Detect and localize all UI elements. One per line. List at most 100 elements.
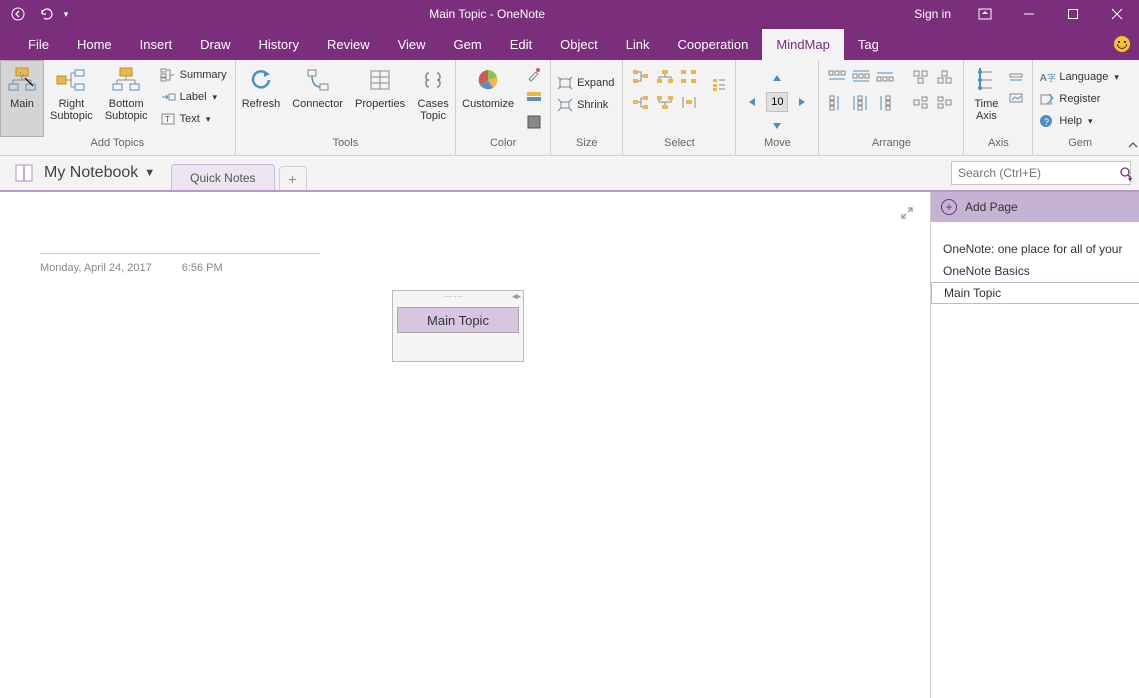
help-icon: ? xyxy=(1039,113,1055,129)
group-label: Tools xyxy=(236,137,455,155)
language-button[interactable]: A字 Language ▾ xyxy=(1039,66,1118,88)
minimize-button[interactable] xyxy=(1007,0,1051,28)
arrange-1[interactable] xyxy=(827,66,847,88)
main-topic-node[interactable]: Main Topic xyxy=(397,307,519,333)
move-down-button[interactable] xyxy=(768,116,786,134)
tab-file[interactable]: File xyxy=(14,29,63,60)
select-tree-2[interactable] xyxy=(655,66,675,88)
section-tab-quicknotes[interactable]: Quick Notes xyxy=(171,164,274,190)
theme-color-button[interactable] xyxy=(526,86,542,110)
search-button[interactable]: ▾ xyxy=(1119,162,1133,184)
tab-insert[interactable]: Insert xyxy=(126,29,187,60)
register-button[interactable]: Register xyxy=(1039,88,1118,110)
select-tree-5[interactable] xyxy=(655,92,675,114)
right-subtopic-button[interactable]: Right Subtopic xyxy=(44,60,99,137)
qat-customize-dropdown[interactable]: ▾ xyxy=(60,0,72,28)
tab-link[interactable]: Link xyxy=(612,29,664,60)
select-extra-button[interactable] xyxy=(711,74,727,96)
mindmap-container[interactable]: ⋯⋯ ◂▸ Main Topic xyxy=(392,290,524,362)
arrange-9[interactable] xyxy=(911,92,931,114)
time-axis-button[interactable]: Time Axis xyxy=(964,60,1008,137)
maximize-button[interactable] xyxy=(1051,0,1095,28)
label-button[interactable]: Label ▾ xyxy=(160,86,227,108)
close-button[interactable] xyxy=(1095,0,1139,28)
refresh-button[interactable]: Refresh xyxy=(236,60,287,137)
move-left-button[interactable] xyxy=(744,93,762,111)
help-button[interactable]: ? Help ▾ xyxy=(1039,110,1118,132)
notebook-name-dropdown[interactable]: My Notebook ▼ xyxy=(44,164,155,182)
cases-topic-button[interactable]: Cases Topic xyxy=(411,60,455,137)
tab-home[interactable]: Home xyxy=(63,29,126,60)
ribbon-group-arrange: Arrange xyxy=(819,60,964,155)
collapse-ribbon-button[interactable] xyxy=(1127,60,1139,155)
arrange-3[interactable] xyxy=(875,66,895,88)
move-up-button[interactable] xyxy=(768,70,786,88)
arrange-8[interactable] xyxy=(935,66,955,88)
connector-button[interactable]: Connector xyxy=(286,60,349,137)
tab-draw[interactable]: Draw xyxy=(186,29,244,60)
bottom-subtopic-button[interactable]: Bottom Subtopic xyxy=(99,60,154,137)
back-button[interactable] xyxy=(4,0,32,28)
search-input[interactable] xyxy=(952,166,1119,180)
feedback-button[interactable] xyxy=(1105,28,1139,60)
ribbon-display-options[interactable] xyxy=(963,0,1007,28)
eyedropper-icon xyxy=(526,66,542,82)
tab-tag[interactable]: Tag xyxy=(844,29,893,60)
add-section-button[interactable]: + xyxy=(279,166,307,190)
axis-extra-1[interactable] xyxy=(1008,66,1024,88)
select-tree-4[interactable] xyxy=(631,92,651,114)
notebook-bar: My Notebook ▼ Quick Notes + ▾ xyxy=(0,156,1139,192)
page-item-selected[interactable]: Main Topic xyxy=(931,282,1139,304)
tab-cooperation[interactable]: Cooperation xyxy=(664,29,763,60)
page-date: Monday, April 24, 2017 xyxy=(40,262,152,274)
add-page-button[interactable]: + Add Page xyxy=(931,192,1139,222)
label: Customize xyxy=(462,98,514,110)
container-drag-handle[interactable]: ⋯⋯ ◂▸ xyxy=(393,291,523,303)
summary-button[interactable]: Summary xyxy=(160,64,227,86)
eyedropper-button[interactable] xyxy=(526,62,542,86)
page-item[interactable]: OneNote Basics xyxy=(931,260,1139,282)
tab-object[interactable]: Object xyxy=(546,29,612,60)
notebook-icon[interactable] xyxy=(0,163,44,183)
expand-button[interactable]: Expand xyxy=(557,72,614,94)
customize-color-button[interactable]: Customize xyxy=(456,60,520,137)
tab-view[interactable]: View xyxy=(384,29,440,60)
page-time: 6:56 PM xyxy=(182,262,223,274)
arrange-2[interactable] xyxy=(851,66,871,88)
fill-color-button[interactable] xyxy=(526,110,542,134)
move-right-button[interactable] xyxy=(792,93,810,111)
main-topic-button[interactable]: Main xyxy=(0,60,44,137)
title-input-line[interactable] xyxy=(40,236,320,254)
chevron-down-icon: ▾ xyxy=(1114,72,1119,83)
label: Register xyxy=(1059,93,1100,105)
properties-button[interactable]: Properties xyxy=(349,60,411,137)
shrink-button[interactable]: Shrink xyxy=(557,94,614,116)
arrange-7[interactable] xyxy=(911,66,931,88)
tab-history[interactable]: History xyxy=(245,29,313,60)
expand-page-button[interactable] xyxy=(900,206,914,223)
select-tree-1[interactable] xyxy=(631,66,651,88)
arrange-6[interactable] xyxy=(875,92,895,114)
svg-text:?: ? xyxy=(1044,117,1049,127)
search-box[interactable]: ▾ xyxy=(951,161,1131,185)
page-item[interactable]: OneNote: one place for all of your xyxy=(931,238,1139,260)
chevron-down-icon: ▾ xyxy=(206,114,211,125)
select-tree-6[interactable] xyxy=(679,92,699,114)
arrange-10[interactable] xyxy=(935,92,955,114)
group-label: Select xyxy=(623,137,735,155)
text-button[interactable]: T Text ▾ xyxy=(160,108,227,130)
arrange-5[interactable] xyxy=(851,92,871,114)
undo-button[interactable] xyxy=(32,0,60,28)
select-tree-3[interactable] xyxy=(679,66,699,88)
arrange-4[interactable] xyxy=(827,92,847,114)
tab-edit[interactable]: Edit xyxy=(496,29,546,60)
axis-extra-2[interactable] xyxy=(1008,88,1024,110)
page-canvas[interactable]: Monday, April 24, 2017 6:56 PM ⋯⋯ ◂▸ Mai… xyxy=(0,192,930,698)
resize-handle-icon[interactable]: ◂▸ xyxy=(512,291,521,303)
ribbon-group-size: Expand Shrink Size xyxy=(551,60,623,155)
tab-review[interactable]: Review xyxy=(313,29,384,60)
move-step-value[interactable]: 10 xyxy=(766,92,788,112)
tab-gem[interactable]: Gem xyxy=(440,29,496,60)
tab-mindmap[interactable]: MindMap xyxy=(762,29,843,60)
sign-in-button[interactable]: Sign in xyxy=(902,0,963,28)
